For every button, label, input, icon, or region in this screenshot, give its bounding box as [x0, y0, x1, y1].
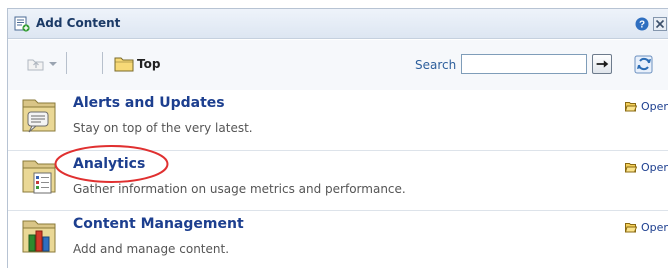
add-content-panel: Add Content ? Top Search Alerts and Upda…	[7, 8, 668, 268]
breadcrumb[interactable]: Top	[137, 57, 160, 71]
item-title[interactable]: Analytics	[73, 156, 145, 172]
open-folder-icon	[625, 102, 637, 112]
panel-title: Add Content	[36, 16, 121, 30]
toolbar-divider	[66, 52, 67, 74]
toolbar: Top Search	[8, 40, 668, 90]
item-description: Stay on top of the very latest.	[73, 121, 253, 135]
search-input[interactable]	[461, 54, 587, 74]
refresh-icon[interactable]	[633, 53, 655, 75]
svg-text:?: ?	[639, 20, 645, 31]
go-arrow-icon	[596, 60, 609, 68]
toolbar-divider	[102, 52, 103, 74]
open-label: Open	[641, 161, 668, 174]
list-item[interactable]: Analytics Gather information on usage me…	[8, 150, 668, 210]
folder-icon	[114, 57, 134, 72]
item-description: Add and manage content.	[73, 242, 230, 256]
folder-up-icon[interactable]	[27, 56, 45, 72]
help-icon[interactable]: ?	[635, 17, 649, 31]
alerts-folder-icon	[22, 99, 56, 133]
open-label: Open	[641, 221, 668, 234]
item-title[interactable]: Content Management	[73, 216, 244, 232]
open-folder-icon	[625, 223, 637, 233]
list-item[interactable]: Alerts and Updates Stay on top of the ve…	[8, 90, 668, 150]
search-label: Search	[415, 58, 457, 72]
open-folder-icon	[625, 163, 637, 173]
dropdown-arrow-icon[interactable]	[48, 59, 58, 69]
open-label: Open	[641, 100, 668, 113]
item-title[interactable]: Alerts and Updates	[73, 95, 225, 111]
item-description: Gather information on usage metrics and …	[73, 182, 406, 196]
analytics-folder-icon	[22, 160, 56, 194]
add-content-icon	[14, 16, 30, 32]
search-go-button[interactable]	[592, 54, 612, 74]
close-icon[interactable]	[653, 17, 667, 31]
panel-header: Add Content ?	[8, 9, 668, 39]
list-item[interactable]: Content Management Add and manage conten…	[8, 210, 668, 268]
content-management-folder-icon	[22, 220, 56, 253]
